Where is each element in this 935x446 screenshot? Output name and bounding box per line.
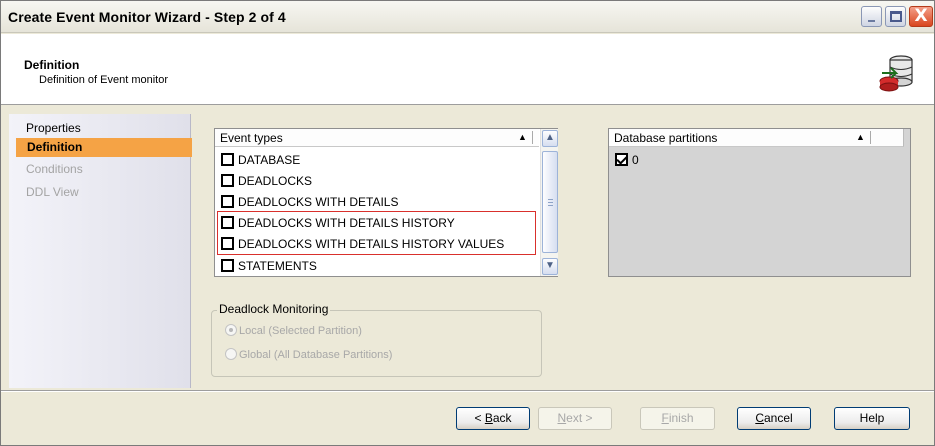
list-item[interactable]: DEADLOCKS WITH DETAILS: [221, 192, 537, 212]
nav-item-ddl-view: DDL View: [26, 185, 79, 199]
checkbox[interactable]: [221, 153, 234, 167]
help-button[interactable]: Help: [834, 407, 910, 430]
radio-button: [225, 348, 237, 361]
list-item[interactable]: STATEMENTS: [221, 256, 537, 276]
next-button: Next >: [538, 407, 612, 430]
list-item[interactable]: DATABASE: [221, 150, 537, 170]
database-partitions-header-label: Database partitions: [614, 131, 718, 145]
list-item[interactable]: DEADLOCKS: [221, 171, 537, 191]
minimize-icon: [868, 20, 875, 22]
maximize-button[interactable]: [885, 6, 906, 27]
page-title: Definition: [24, 58, 80, 72]
page-subtitle: Definition of Event monitor: [39, 74, 169, 86]
chevron-down-icon: ▼: [545, 260, 555, 271]
close-icon: X: [914, 6, 928, 26]
list-item-label: STATEMENTS: [238, 259, 317, 273]
close-button[interactable]: X: [909, 6, 933, 27]
scroll-down-button[interactable]: ▼: [542, 258, 558, 275]
column-divider: [532, 131, 533, 144]
list-item-label: DEADLOCKS WITH DETAILS: [238, 195, 399, 209]
wizard-nav: Properties Definition Conditions DDL Vie…: [9, 114, 192, 388]
radio-label: Global (All Database Partitions): [239, 349, 393, 361]
nav-item-properties[interactable]: Properties: [15, 119, 191, 138]
event-types-header[interactable]: Event types ▲: [215, 129, 539, 147]
maximize-icon: [890, 11, 902, 22]
back-button[interactable]: < Back: [456, 407, 530, 430]
footer-separator: [1, 390, 934, 392]
highlight-annotation-box: [217, 211, 536, 255]
wizard-window: Create Event Monitor Wizard - Step 2 of …: [0, 0, 935, 446]
sort-ascending-icon: ▲: [856, 132, 865, 142]
radio-global: Global (All Database Partitions): [225, 347, 392, 363]
sort-ascending-icon: ▲: [518, 132, 527, 142]
checkbox[interactable]: [221, 195, 234, 209]
list-item-label: DATABASE: [238, 153, 301, 167]
list-item-label: 0: [632, 153, 639, 167]
scroll-up-button[interactable]: ▲: [542, 130, 558, 147]
list-item-label: DEADLOCKS: [238, 174, 313, 188]
window-title: Create Event Monitor Wizard - Step 2 of …: [8, 9, 286, 25]
checkbox[interactable]: [221, 174, 234, 188]
database-monitor-icon: [879, 55, 913, 92]
vertical-scrollbar[interactable]: ▲ ▼: [540, 129, 558, 276]
checkbox[interactable]: [221, 259, 234, 273]
database-partitions-header[interactable]: Database partitions ▲: [609, 129, 904, 147]
column-divider: [870, 131, 871, 144]
event-types-header-label: Event types: [220, 131, 283, 145]
radio-local: Local (Selected Partition): [225, 323, 362, 339]
wizard-header: Definition Definition of Event monitor: [1, 34, 934, 105]
chevron-up-icon: ▲: [545, 132, 555, 143]
nav-item-definition[interactable]: Definition: [16, 138, 192, 157]
cancel-button[interactable]: Cancel: [737, 407, 811, 430]
list-item[interactable]: 0: [615, 150, 715, 170]
finish-button: Finish: [640, 407, 715, 430]
title-bar[interactable]: Create Event Monitor Wizard - Step 2 of …: [1, 1, 934, 33]
radio-label: Local (Selected Partition): [239, 325, 362, 337]
deadlock-monitoring-group: [211, 310, 542, 377]
scroll-thumb[interactable]: [542, 151, 558, 253]
nav-item-conditions: Conditions: [26, 162, 83, 176]
grip-icon: [548, 199, 553, 206]
database-partitions-list[interactable]: Database partitions ▲ 0: [608, 128, 911, 277]
deadlock-monitoring-legend: Deadlock Monitoring: [217, 302, 331, 316]
checkbox[interactable]: [615, 153, 628, 167]
radio-button: [225, 324, 237, 337]
minimize-button[interactable]: [861, 6, 882, 27]
